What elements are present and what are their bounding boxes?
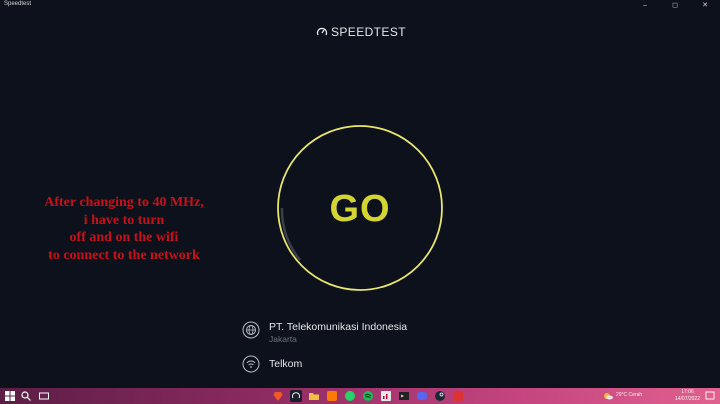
start-button[interactable] (4, 390, 16, 402)
annotation-caption: After changing to 40 MHz, i have to turn… (6, 194, 242, 264)
notification-icon[interactable] (704, 390, 716, 402)
search-icon[interactable] (20, 390, 32, 402)
chart-app-icon[interactable] (380, 390, 392, 402)
window-title: Speedtest (4, 1, 32, 7)
provider-name: Telkom (269, 358, 303, 370)
weather-icon[interactable] (602, 390, 614, 402)
annotation-line: After changing to 40 MHz, (44, 195, 204, 210)
server-name: PT. Telekomunikasi Indonesia (269, 321, 408, 333)
clock-date: 14/07/2022 (674, 395, 700, 402)
spotify-icon[interactable] (362, 390, 374, 402)
taskbar-clock[interactable]: 17:06 14/07/2022 (675, 389, 700, 402)
annotation-line: to connect to the network (48, 247, 200, 263)
brand-name: SPEEDTEST (331, 25, 406, 39)
close-icon[interactable]: ✕ (690, 0, 720, 12)
annotation-line: off and on the wifi (69, 230, 179, 245)
brave-browser-icon[interactable] (272, 390, 284, 402)
folder-icon[interactable] (308, 390, 320, 402)
annotation-line: i have to turn (83, 212, 165, 228)
globe-icon (242, 321, 260, 339)
speedometer-icon (316, 27, 328, 36)
go-label[interactable]: GO (276, 186, 444, 232)
server-selector[interactable]: PT. Telekomunikasi Indonesia Jakarta (242, 321, 407, 344)
window-titlebar: Speedtest – ◻ ✕ (0, 0, 720, 12)
task-view-icon[interactable] (38, 390, 50, 402)
media-app-icon[interactable] (452, 390, 464, 402)
maximize-icon[interactable]: ◻ (660, 0, 690, 12)
whatsapp-icon[interactable] (344, 390, 356, 402)
taskbar: 29°C Cerah 17:06 14/07/2022 (0, 388, 720, 404)
steam-icon[interactable] (434, 390, 446, 402)
minimize-icon[interactable]: – (630, 0, 660, 12)
discord-icon[interactable] (416, 390, 428, 402)
terminal-icon[interactable] (398, 390, 410, 402)
speedtest-logo: SPEEDTEST (316, 24, 406, 40)
provider-info: Telkom (242, 355, 302, 373)
server-location: Jakarta (269, 334, 297, 344)
weather-text[interactable]: 29°C Cerah (616, 392, 642, 398)
app-icon[interactable] (326, 390, 338, 402)
speedtest-taskbar-icon[interactable] (290, 390, 302, 402)
wifi-icon (242, 355, 260, 373)
